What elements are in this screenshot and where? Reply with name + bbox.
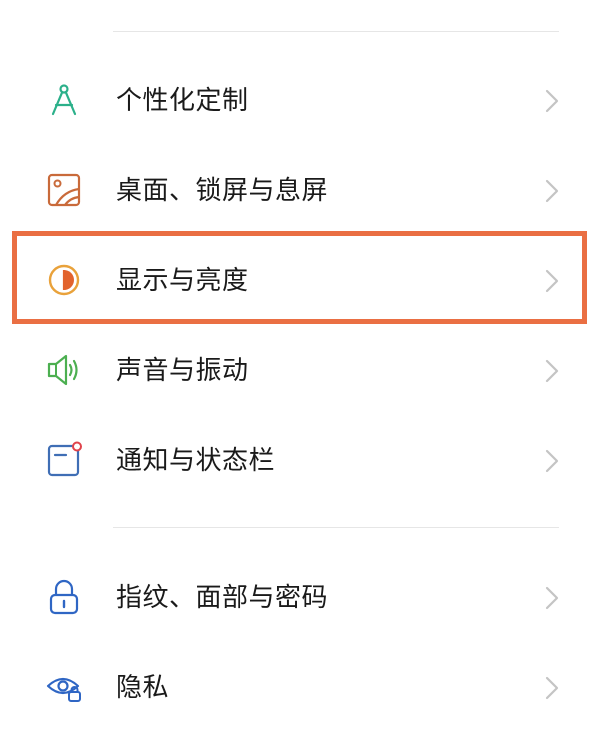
chevron-right-icon: [540, 356, 564, 386]
chevron-right-icon: [540, 86, 564, 116]
settings-item-label: 显示与亮度: [116, 266, 249, 296]
settings-item-sound-vibration[interactable]: 声音与振动: [0, 326, 592, 416]
settings-item-personalization[interactable]: 个性化定制: [0, 56, 592, 146]
settings-item-label: 个性化定制: [116, 86, 249, 116]
chevron-right-icon: [540, 446, 564, 476]
settings-item-label: 隐私: [116, 673, 170, 703]
wallpaper-icon: [44, 170, 84, 210]
settings-item-privacy[interactable]: 隐私: [0, 643, 592, 733]
lock-icon: [44, 577, 84, 617]
section-divider: [113, 527, 559, 528]
notification-icon: [44, 440, 84, 480]
privacy-eye-icon: [44, 667, 84, 707]
chevron-right-icon: [540, 176, 564, 206]
settings-item-label: 指纹、面部与密码: [116, 583, 329, 613]
settings-item-notifications-statusbar[interactable]: 通知与状态栏: [0, 416, 592, 506]
section-divider: [113, 31, 559, 32]
settings-item-label: 通知与状态栏: [116, 446, 276, 476]
compass-icon: [44, 80, 84, 120]
speaker-icon: [44, 350, 84, 390]
chevron-right-icon: [540, 583, 564, 613]
settings-item-label: 桌面、锁屏与息屏: [116, 176, 329, 206]
settings-item-display-brightness[interactable]: 显示与亮度: [0, 236, 592, 326]
brightness-icon: [44, 260, 84, 300]
settings-item-label: 声音与振动: [116, 356, 249, 386]
settings-item-fingerprint-face-password[interactable]: 指纹、面部与密码: [0, 553, 592, 643]
chevron-right-icon: [540, 266, 564, 296]
settings-item-desktop-lockscreen[interactable]: 桌面、锁屏与息屏: [0, 146, 592, 236]
chevron-right-icon: [540, 673, 564, 703]
